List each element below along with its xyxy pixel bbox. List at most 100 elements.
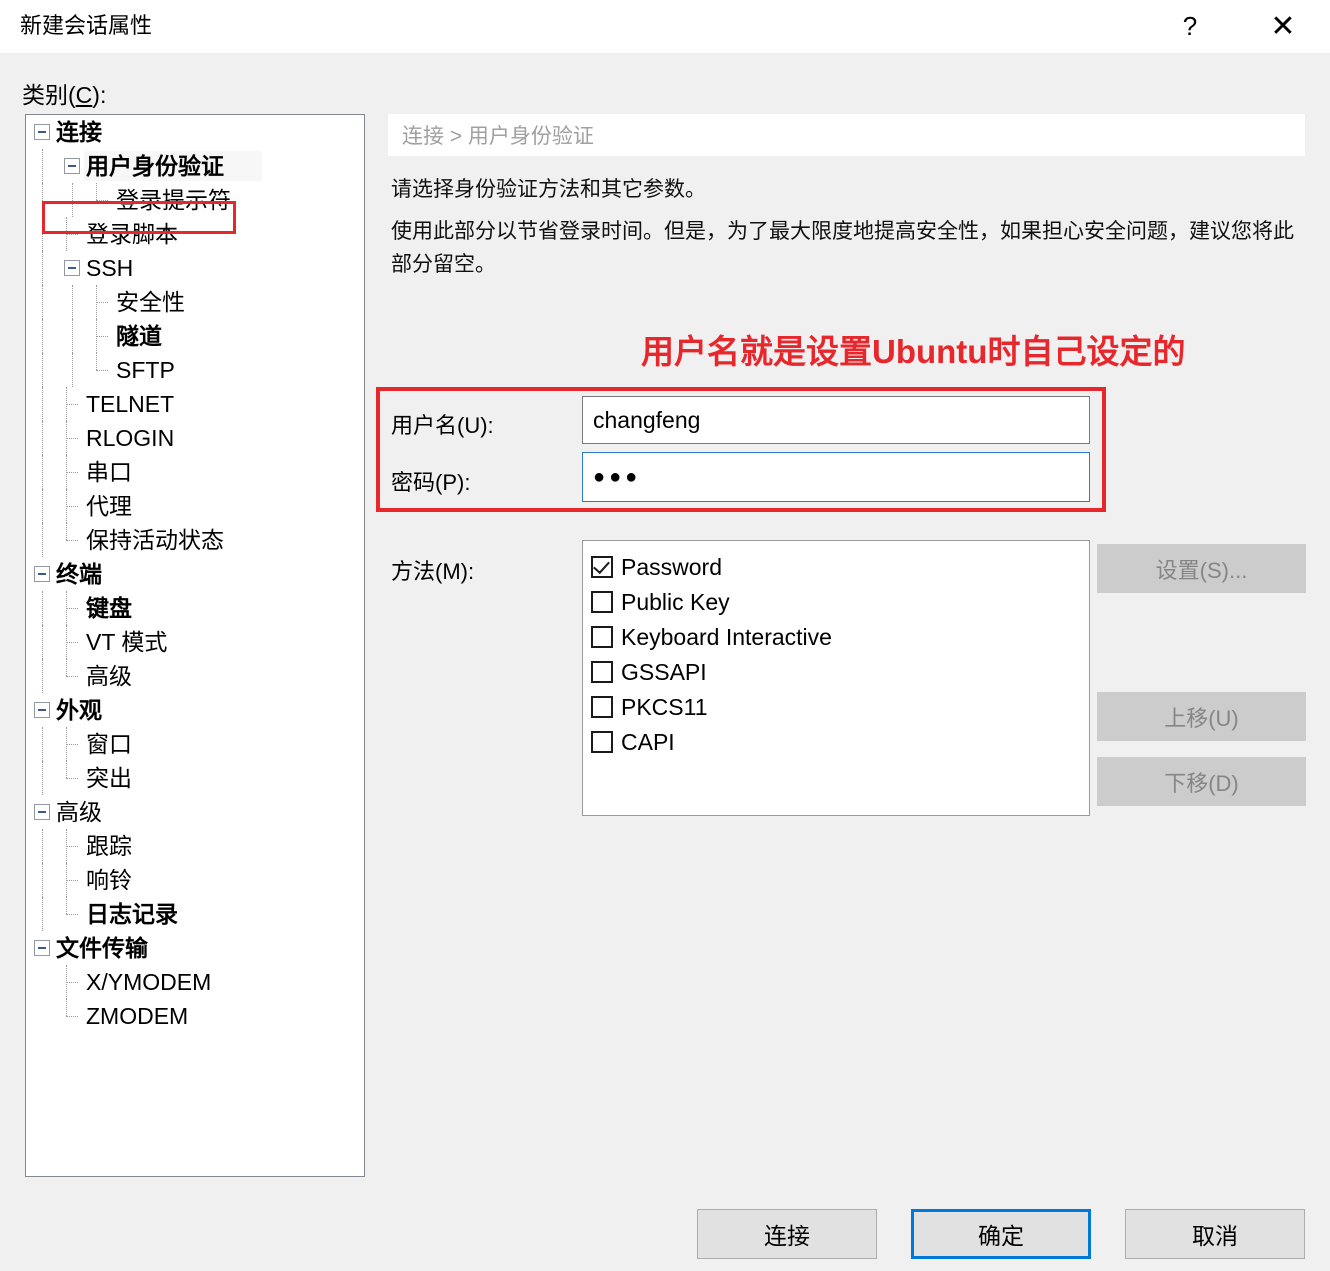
tree-guide-line (66, 523, 67, 540)
help-icon[interactable]: ? (1160, 0, 1220, 53)
method-label: Keyboard Interactive (621, 623, 832, 650)
sidebar-item-17[interactable]: 外观 (26, 693, 364, 727)
sidebar-item-label: 跟踪 (86, 833, 132, 859)
sidebar-item-label: SSH (86, 255, 134, 281)
sidebar-item-label: 高级 (86, 663, 132, 689)
settings-button[interactable]: 设置(S)... (1097, 544, 1306, 593)
tree-collapse-icon[interactable] (34, 940, 50, 956)
tree-branch-line (66, 404, 78, 405)
checkbox-icon[interactable] (591, 625, 613, 648)
sidebar-item-1[interactable]: 用户身份验证 (26, 149, 364, 183)
tree-guide-line (42, 659, 43, 693)
sidebar-item-26[interactable]: ZMODEM (26, 999, 364, 1033)
sidebar-item-24[interactable]: 文件传输 (26, 931, 364, 965)
title-bar: 新建会话属性 ? ✕ (0, 0, 1330, 53)
annotation-text: 用户名就是设置Ubuntu时自己设定的 (641, 333, 1186, 370)
tree-guide-line (42, 591, 43, 625)
sidebar-item-11[interactable]: 代理 (26, 489, 364, 523)
tree-branch-line (66, 744, 78, 745)
sidebar-item-9[interactable]: RLOGIN (26, 421, 364, 455)
category-tree[interactable]: 连接 用户身份验证 登录提示符 登录脚本 SSH 安全性 隧道 SFTP TELNET RLOGI… (25, 114, 365, 1177)
sidebar-item-25[interactable]: X/YMODEM (26, 965, 364, 999)
tree-guide-line (42, 183, 43, 217)
tree-guide-line (42, 829, 43, 863)
sidebar-item-10[interactable]: 串口 (26, 455, 364, 489)
tree-collapse-icon[interactable] (64, 260, 80, 276)
sidebar-item-18[interactable]: 窗口 (26, 727, 364, 761)
sidebar-item-13[interactable]: 终端 (26, 557, 364, 591)
sidebar-item-12[interactable]: 保持活动状态 (26, 523, 364, 557)
connect-button[interactable]: 连接 (697, 1209, 877, 1259)
sidebar-item-15[interactable]: VT 模式 (26, 625, 364, 659)
cancel-button[interactable]: 取消 (1125, 1209, 1305, 1259)
sidebar-item-21[interactable]: 跟踪 (26, 829, 364, 863)
method-label: Public Key (621, 588, 730, 615)
sidebar-item-19[interactable]: 突出 (26, 761, 364, 795)
tree-guide-line (42, 285, 43, 319)
sidebar-item-22[interactable]: 响铃 (26, 863, 364, 897)
sidebar-item-6[interactable]: 隧道 (26, 319, 364, 353)
sidebar-item-7[interactable]: SFTP (26, 353, 364, 387)
category-label: 类别(C): (22, 76, 106, 110)
tree-guide-line (66, 965, 67, 999)
sidebar-item-label: 终端 (56, 561, 102, 587)
sidebar-item-label: TELNET (86, 391, 175, 417)
tree-collapse-icon[interactable] (34, 124, 50, 140)
ok-button[interactable]: 确定 (911, 1209, 1091, 1259)
tree-guide-line (66, 829, 67, 863)
tree-collapse-icon[interactable] (34, 702, 50, 718)
sidebar-item-14[interactable]: 键盘 (26, 591, 364, 625)
checkbox-icon[interactable] (591, 695, 613, 718)
tree-collapse-icon[interactable] (34, 804, 50, 820)
sidebar-item-8[interactable]: TELNET (26, 387, 364, 421)
method-row[interactable]: Public Key (591, 584, 1089, 619)
checkbox-icon[interactable] (591, 590, 613, 613)
sidebar-item-2[interactable]: 登录提示符 (26, 183, 364, 217)
tree-guide-line (42, 455, 43, 489)
sidebar-item-label: 代理 (86, 493, 132, 519)
sidebar-item-label: SFTP (116, 357, 175, 383)
tree-branch-line (66, 676, 78, 677)
tree-branch-line (96, 200, 108, 201)
tree-guide-line (66, 659, 67, 676)
sidebar-item-3[interactable]: 登录脚本 (26, 217, 364, 251)
methods-label: 方法(M): (391, 559, 475, 584)
checkbox-checked-icon[interactable] (591, 555, 613, 578)
sidebar-item-20[interactable]: 高级 (26, 795, 364, 829)
tree-guide-line (42, 897, 43, 931)
sidebar-item-4[interactable]: SSH (26, 251, 364, 285)
tree-guide-line (66, 217, 67, 251)
tree-collapse-icon[interactable] (64, 158, 80, 174)
checkbox-icon[interactable] (591, 730, 613, 753)
method-row[interactable]: Password (591, 549, 1089, 584)
password-input[interactable]: ●●● (582, 452, 1090, 502)
methods-list[interactable]: Password Public Key Keyboard Interactive GS… (582, 540, 1090, 816)
tree-branch-line (66, 778, 78, 779)
username-input[interactable]: changfeng (582, 396, 1090, 444)
tree-collapse-icon[interactable] (34, 566, 50, 582)
close-icon[interactable]: ✕ (1253, 0, 1313, 53)
tree-branch-line (66, 982, 78, 983)
breadcrumb: 连接 > 用户身份验证 (388, 114, 1305, 156)
move-up-button[interactable]: 上移(U) (1097, 692, 1306, 741)
method-row[interactable]: GSSAPI (591, 654, 1089, 689)
method-row[interactable]: Keyboard Interactive (591, 619, 1089, 654)
tree-branch-line (66, 880, 78, 881)
description-line-1: 请选择身份验证方法和其它参数。 (391, 178, 706, 201)
tree-branch-line (66, 540, 78, 541)
tree-guide-line (96, 319, 97, 353)
category-tree-rows: 连接 用户身份验证 登录提示符 登录脚本 SSH 安全性 隧道 SFTP TELNET RLOGI… (26, 115, 364, 1033)
tree-guide-line (66, 421, 67, 455)
tree-branch-line (66, 642, 78, 643)
category-label-suffix: ): (92, 82, 107, 108)
tree-guide-line (72, 183, 73, 217)
method-row[interactable]: CAPI (591, 724, 1089, 759)
sidebar-item-label: 突出 (86, 765, 132, 791)
sidebar-item-0[interactable]: 连接 (26, 115, 364, 149)
sidebar-item-16[interactable]: 高级 (26, 659, 364, 693)
checkbox-icon[interactable] (591, 660, 613, 683)
method-row[interactable]: PKCS11 (591, 689, 1089, 724)
move-down-button[interactable]: 下移(D) (1097, 757, 1306, 806)
sidebar-item-23[interactable]: 日志记录 (26, 897, 364, 931)
sidebar-item-5[interactable]: 安全性 (26, 285, 364, 319)
